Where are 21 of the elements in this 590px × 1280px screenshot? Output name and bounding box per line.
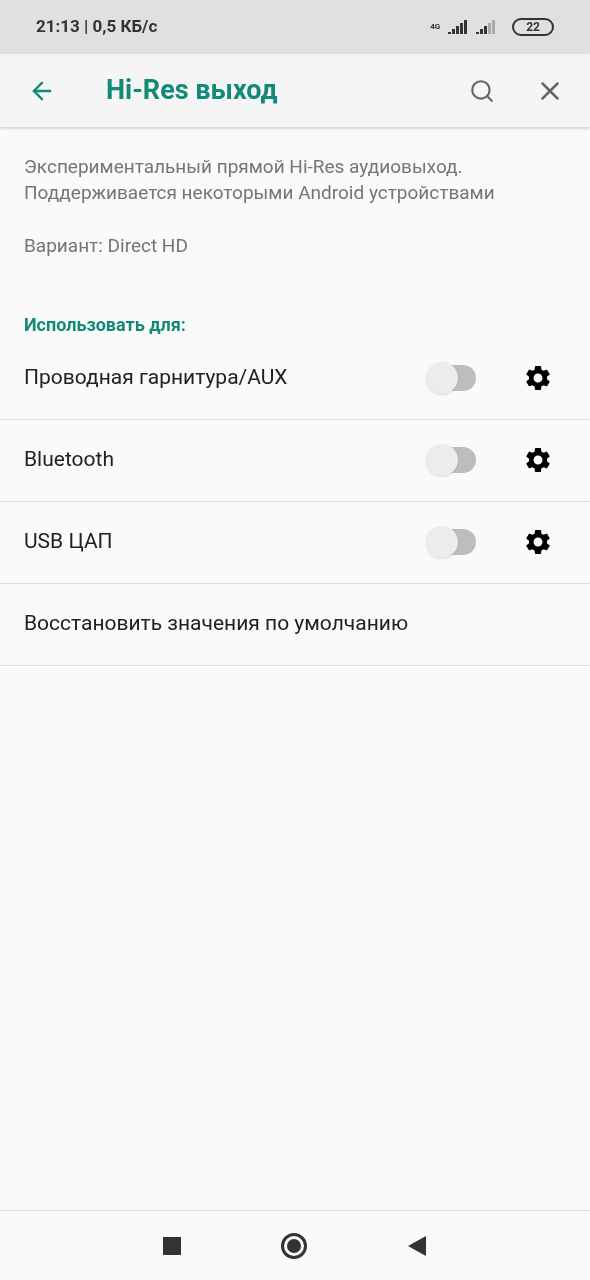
home-button[interactable] (281, 1232, 307, 1259)
battery-indicator: 22 (512, 18, 554, 36)
section-header: Использовать для: (23, 312, 187, 337)
back-nav-button[interactable] (407, 1235, 427, 1256)
settings-icon (523, 363, 553, 393)
status-time: 21:13 | 0,5 КБ/с (36, 15, 158, 39)
output-label: USB ЦАП (24, 528, 114, 556)
output-label: Bluetooth (24, 446, 115, 474)
recents-button[interactable] (163, 1236, 181, 1255)
reset-defaults-item[interactable]: Восстановить значения по умолчанию (0, 583, 590, 666)
page-title: Hi-Res выход (106, 73, 279, 109)
variant-text: Вариант: Direct HD (23, 233, 189, 259)
back-triangle-icon (408, 1235, 426, 1256)
signal-icon (476, 20, 497, 34)
search-icon (469, 77, 495, 104)
output-label: Проводная гарнитура/AUX (24, 364, 289, 392)
settings-icon (523, 527, 553, 557)
signal-icon (448, 20, 469, 34)
description-text: Экспериментальный прямой Hi-Res аудиовыход. Поддерживается некоторыми Android устройствами (23, 154, 496, 206)
network-type: 4G (430, 23, 441, 31)
settings-icon (523, 445, 553, 475)
